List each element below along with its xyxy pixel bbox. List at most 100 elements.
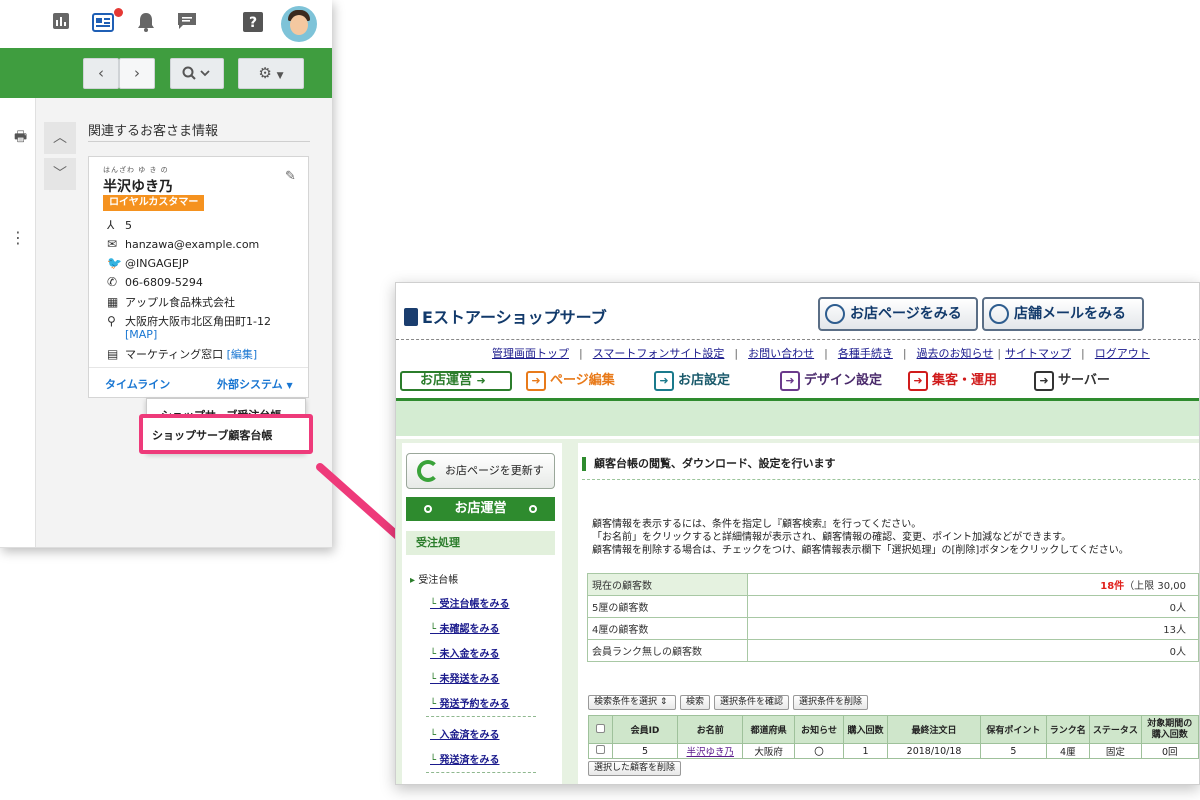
external-system-label: 外部システム bbox=[217, 378, 283, 391]
arrow-right-icon: ➜ bbox=[654, 371, 674, 391]
nav-contact[interactable]: お問い合わせ bbox=[748, 347, 814, 360]
tab-design-label: デザイン設定 bbox=[804, 373, 883, 388]
sidebar-item-scheduled[interactable]: └ 発送予約をみる bbox=[430, 695, 510, 710]
email-value: hanzawa@example.com bbox=[125, 238, 260, 251]
branch-icon: └ bbox=[430, 730, 440, 741]
nav-sitemap[interactable]: サイトマップ bbox=[1005, 347, 1071, 360]
arrow-right-icon: ➜ bbox=[1034, 371, 1054, 391]
next-button[interactable]: › bbox=[119, 58, 155, 89]
summary-label: 4厘の顧客数 bbox=[587, 617, 748, 640]
delete-selected-button[interactable]: 選択した顧客を削除 bbox=[588, 761, 682, 776]
arrow-right-icon: ➜ bbox=[476, 374, 486, 387]
analytics-icon[interactable] bbox=[48, 11, 74, 37]
tab-page-edit-label: ページ編集 bbox=[550, 373, 615, 388]
sidebar-item-paid[interactable]: └ 入金済をみる bbox=[430, 726, 500, 741]
scroll-down-button[interactable]: ﹀ bbox=[44, 158, 76, 190]
sidebar-item-label: 未入金をみる bbox=[439, 649, 500, 660]
sidebar-item-label: 受注台帳をみる bbox=[439, 599, 510, 610]
main-tabs: お店運営 ➜ ➜ ページ編集 ➜ お店設定 ➜ デザイン設定 ➜ 集客・運用 ➜ サーバー bbox=[396, 367, 1199, 395]
shop-mail-button[interactable]: 店舗メールをみる bbox=[982, 297, 1144, 331]
edit-link[interactable]: [編集] bbox=[227, 348, 258, 361]
sidebar-item-label: 未発送をみる bbox=[439, 674, 500, 685]
table-header-row: 会員ID お名前 都道府県 お知らせ 購入回数 最終注文日 保有ポイント ランク… bbox=[588, 715, 1199, 744]
tab-marketing[interactable]: ➜ 集客・運用 bbox=[908, 370, 997, 392]
arrow-right-icon: ➜ bbox=[526, 371, 546, 391]
search-button[interactable] bbox=[170, 58, 224, 89]
refresh-icon bbox=[417, 460, 439, 482]
nav-smartphone[interactable]: スマートフォンサイト設定 bbox=[593, 347, 725, 360]
total-count: 18件 bbox=[1100, 581, 1125, 592]
summary-row: 4厘の顧客数 13人 bbox=[587, 617, 1199, 640]
delete-condition-button[interactable]: 選択条件を削除 bbox=[793, 695, 869, 710]
sidebar-item-unshipped[interactable]: └ 未発送をみる bbox=[430, 670, 500, 685]
row-checkbox[interactable] bbox=[595, 745, 605, 754]
sidebar-item-shipped[interactable]: └ 発送済をみる bbox=[430, 751, 500, 766]
branch-icon: └ bbox=[430, 699, 440, 710]
tab-operations-label: お店運営 bbox=[420, 373, 473, 388]
user-avatar[interactable] bbox=[281, 6, 317, 42]
customer-name[interactable]: 半沢ゆき乃 bbox=[103, 176, 173, 196]
scroll-up-button[interactable]: ︿ bbox=[44, 122, 76, 154]
tab-operations[interactable]: お店運営 ➜ bbox=[400, 371, 512, 391]
caret-down-icon: ▼ bbox=[276, 71, 284, 81]
company-row: ▦ アップル食品株式会社 bbox=[107, 294, 235, 310]
shop-mail-label: 店舗メールをみる bbox=[1014, 306, 1126, 322]
sidebar-operations-header: お店運営 bbox=[406, 497, 555, 521]
condition-select[interactable]: 検索条件を選択 ⇕ bbox=[588, 695, 676, 710]
dashboard-icon[interactable] bbox=[90, 11, 116, 37]
nav-logout[interactable]: ログアウト bbox=[1095, 347, 1150, 360]
count-value: 5 bbox=[125, 219, 132, 232]
tab-server-label: サーバー bbox=[1058, 373, 1110, 388]
branch-icon: └ bbox=[430, 599, 440, 610]
nav-admin-top[interactable]: 管理画面トップ bbox=[492, 347, 569, 360]
edit-pencil-icon[interactable]: ✎ bbox=[285, 169, 296, 184]
crm-window: ? ‹ › ⚙ ▼ 🖶 ⋮ ︿ ﹀ 関連するお客さま情報 はんざわ ゆ き の … bbox=[0, 0, 332, 548]
document-icon: ▤ bbox=[107, 347, 119, 361]
sidebar-item-label: 入金済をみる bbox=[439, 730, 500, 741]
view-shop-button[interactable]: お店ページをみる bbox=[818, 297, 978, 331]
rank-badge: ロイヤルカスタマー bbox=[103, 195, 205, 211]
customer-name-link[interactable]: 半沢ゆき乃 bbox=[686, 747, 734, 758]
arrow-right-icon: ➜ bbox=[908, 371, 928, 391]
summary-value: 13人 bbox=[746, 617, 1199, 640]
nav-past-news[interactable]: 過去のお知らせ bbox=[917, 347, 994, 360]
print-icon[interactable]: 🖶 bbox=[14, 126, 27, 150]
settings-button[interactable]: ⚙ ▼ bbox=[238, 58, 304, 89]
sidebar-item-unpaid[interactable]: └ 未入金をみる bbox=[430, 645, 500, 660]
sidebar-item-unconfirmed[interactable]: └ 未確認をみる bbox=[430, 620, 500, 635]
tab-design[interactable]: ➜ デザイン設定 bbox=[780, 370, 882, 392]
phone-value: 06-6809-5294 bbox=[125, 276, 203, 289]
more-icon[interactable]: ⋮ bbox=[10, 228, 26, 247]
tab-server[interactable]: ➜ サーバー bbox=[1034, 370, 1110, 392]
sidebar-section-orders: 受注処理 bbox=[406, 531, 555, 555]
branch-icon: └ bbox=[430, 755, 440, 766]
dropdown-item-customers-highlight[interactable]: ショップサーブ顧客台帳 bbox=[139, 414, 313, 454]
column-header: 最終注文日 bbox=[886, 715, 982, 744]
search-button[interactable]: 検索 bbox=[680, 695, 711, 710]
row-select-cell bbox=[588, 743, 613, 759]
timeline-link[interactable]: タイムライン bbox=[105, 376, 170, 392]
phone-row: ✆ 06-6809-5294 bbox=[107, 275, 203, 289]
bullet-icon bbox=[529, 505, 537, 513]
nav-procedures[interactable]: 各種手続き bbox=[838, 347, 893, 360]
refresh-shop-button[interactable]: お店ページを更新する bbox=[406, 453, 555, 511]
summary-value: 18件（上限 30,00 bbox=[746, 573, 1199, 596]
bag-icon bbox=[404, 308, 418, 326]
tab-page-edit[interactable]: ➜ ページ編集 bbox=[526, 370, 615, 392]
shop-logo[interactable]: Eストアーショップサーブ bbox=[404, 304, 607, 328]
member-id: 5 bbox=[611, 743, 679, 759]
external-system-menu[interactable]: 外部システム ▼ bbox=[217, 376, 293, 392]
order-ledger-label: 受注台帳 bbox=[418, 575, 459, 586]
sidebar-item-orders[interactable]: └ 受注台帳をみる bbox=[430, 595, 510, 610]
summary-row: 5厘の顧客数 0人 bbox=[587, 595, 1199, 618]
period-purchase-count: 0回 bbox=[1140, 743, 1199, 759]
help-icon[interactable]: ? bbox=[240, 11, 266, 37]
map-link[interactable]: [MAP] bbox=[125, 328, 157, 341]
tab-shop-settings[interactable]: ➜ お店設定 bbox=[654, 370, 730, 392]
dropdown-item-customers[interactable]: ショップサーブ顧客台帳 bbox=[152, 427, 272, 443]
select-all-checkbox[interactable] bbox=[595, 723, 605, 733]
confirm-condition-button[interactable]: 選択条件を確認 bbox=[714, 695, 790, 710]
prev-button[interactable]: ‹ bbox=[83, 58, 119, 89]
bell-icon[interactable] bbox=[133, 11, 159, 37]
chat-icon[interactable] bbox=[174, 11, 200, 37]
